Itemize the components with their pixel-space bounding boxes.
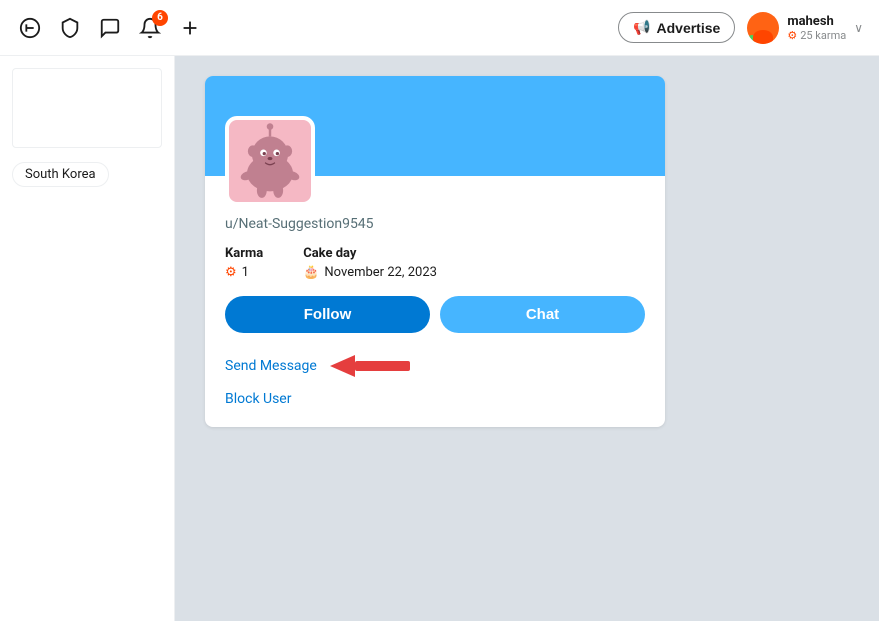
cakeday-stat: Cake day 🎂 November 22, 2023 <box>303 246 437 280</box>
send-message-link[interactable]: Send Message <box>225 358 317 374</box>
advertise-button[interactable]: 📢 Advertise <box>618 12 735 43</box>
navbar: 6 📢 Advertise mahesh ⚙ 25 karma ∨ <box>0 0 879 56</box>
profile-buttons: Follow Chat <box>225 296 645 333</box>
profile-stats: Karma ⚙ 1 Cake day 🎂 November 22, 2023 <box>225 246 645 280</box>
notification-badge: 6 <box>152 10 168 26</box>
user-menu[interactable]: mahesh ⚙ 25 karma ∨ <box>747 12 863 44</box>
content-area: u/Neat-Suggestion9545 Karma ⚙ 1 Cake day… <box>175 56 879 621</box>
profile-body: u/Neat-Suggestion9545 Karma ⚙ 1 Cake day… <box>205 176 665 427</box>
karma-icon: ⚙ <box>225 265 237 280</box>
advertise-icon: 📢 <box>633 19 650 36</box>
cakeday-value: 🎂 November 22, 2023 <box>303 265 437 280</box>
karma-stat: Karma ⚙ 1 <box>225 246 263 280</box>
send-message-row: Send Message <box>225 349 645 383</box>
cakeday-label: Cake day <box>303 246 437 261</box>
profile-links: Send Message Block User <box>225 349 645 407</box>
nav-karma: ⚙ 25 karma <box>787 29 846 42</box>
chat-icon[interactable] <box>96 14 124 42</box>
karma-gear-icon: ⚙ <box>787 29 797 42</box>
follow-button[interactable]: Follow <box>225 296 430 333</box>
sidebar-widget <box>12 68 162 148</box>
block-user-link[interactable]: Block User <box>225 391 645 407</box>
nav-username: mahesh <box>787 14 846 29</box>
chevron-down-icon: ∨ <box>854 21 863 35</box>
left-sidebar: South Korea <box>0 56 175 621</box>
profile-banner <box>205 76 665 176</box>
online-indicator <box>748 35 756 43</box>
chat-button[interactable]: Chat <box>440 296 645 333</box>
cake-icon: 🎂 <box>303 265 319 280</box>
profile-card: u/Neat-Suggestion9545 Karma ⚙ 1 Cake day… <box>205 76 665 427</box>
karma-value: ⚙ 1 <box>225 265 263 280</box>
karma-label: Karma <box>225 246 263 261</box>
add-icon[interactable] <box>176 14 204 42</box>
main-layout: South Korea <box>0 56 879 621</box>
back-icon[interactable] <box>16 14 44 42</box>
user-info: mahesh ⚙ 25 karma <box>787 14 846 42</box>
snoo-avatar-icon <box>229 120 311 202</box>
notification-icon[interactable]: 6 <box>136 14 164 42</box>
shield-icon[interactable] <box>56 14 84 42</box>
profile-avatar <box>225 116 315 206</box>
sidebar-tag[interactable]: South Korea <box>12 162 109 187</box>
profile-username: u/Neat-Suggestion9545 <box>225 216 645 232</box>
advertise-label: Advertise <box>657 20 721 36</box>
red-arrow-icon <box>325 349 415 383</box>
user-avatar-nav <box>747 12 779 44</box>
